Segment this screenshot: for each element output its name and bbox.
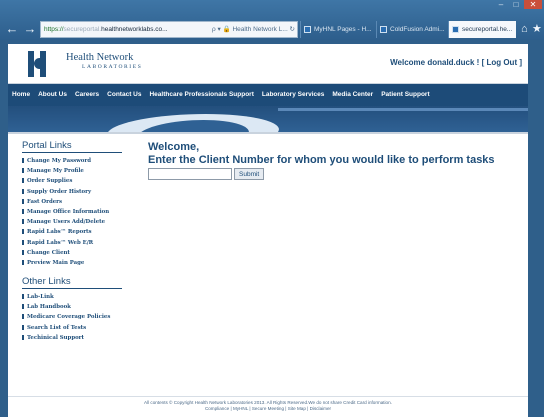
client-number-prompt: Enter the Client Number for whom you wou…	[148, 154, 495, 166]
sidebar-link-change-password[interactable]: Change My Password	[22, 156, 132, 166]
sidebar-link-rapid-labs-web[interactable]: Rapid Labs™ Web E/R	[22, 238, 132, 248]
portal-links-list: Change My Password Manage My Profile Ord…	[22, 156, 132, 268]
browser-tab[interactable]: ColdFusion Admi...	[376, 21, 448, 38]
address-protocol: https://	[44, 26, 64, 33]
tab-favicon-icon	[380, 26, 387, 33]
back-arrow-icon[interactable]: ←	[4, 22, 20, 36]
address-bar[interactable]: https://secureportal.healthnetworklabs.c…	[40, 21, 298, 38]
footer-links[interactable]: Compliance | MyHNL | Secure Meeting | Si…	[8, 406, 528, 412]
client-number-input[interactable]	[148, 168, 232, 180]
sidebar-link-lab-handbook[interactable]: Lab Handbook	[22, 302, 132, 312]
address-domain: healthnetworklabs.co...	[101, 26, 168, 33]
nav-item-healthcare-professionals[interactable]: Healthcare Professionals Support	[145, 84, 257, 106]
address-subdomain: secureportal.	[63, 26, 102, 33]
other-links-list: Lab-Link Lab Handbook Medicare Coverage …	[22, 292, 132, 343]
home-icon[interactable]: ⌂	[521, 22, 528, 36]
main-content: Welcome, Enter the Client Number for who…	[148, 141, 518, 180]
nav-item-home[interactable]: Home	[8, 84, 34, 106]
browser-tab-active[interactable]: secureportal.he...✕	[448, 21, 516, 38]
logo-name: Health Network	[66, 52, 134, 63]
site-header: Health Network LABORATORIES Welcome dona…	[8, 44, 528, 84]
tab-favicon-icon	[452, 26, 459, 33]
nav-item-careers[interactable]: Careers	[71, 84, 103, 106]
browser-tab[interactable]: MyHNL Pages - H...	[300, 21, 376, 38]
forward-arrow-icon[interactable]: →	[22, 22, 38, 36]
sidebar-link-manage-office[interactable]: Manage Office Information	[22, 207, 132, 217]
sidebar-link-order-supplies[interactable]: Order Supplies	[22, 176, 132, 186]
tab-favicon-icon	[304, 26, 311, 33]
nav-item-media-center[interactable]: Media Center	[328, 84, 377, 106]
nav-item-laboratory-services[interactable]: Laboratory Services	[258, 84, 329, 106]
tab-label: secureportal.he...	[462, 26, 513, 33]
sidebar-link-medicare[interactable]: Medicare Coverage Policies	[22, 312, 132, 322]
browser-chrome: – □ ✕ ← → https://secureportal.healthnet…	[0, 0, 544, 40]
web-page: Health Network LABORATORIES Welcome dona…	[8, 44, 528, 417]
sidebar: Portal Links Change My Password Manage M…	[22, 140, 132, 351]
client-number-form: Submit	[148, 168, 518, 180]
site-logo[interactable]: Health Network LABORATORIES	[24, 50, 151, 78]
nav-item-about-us[interactable]: About Us	[34, 84, 71, 106]
sidebar-link-lab-link[interactable]: Lab-Link	[22, 292, 132, 302]
maximize-button[interactable]: □	[509, 0, 523, 9]
sidebar-link-preview-main[interactable]: Preview Main Page	[22, 258, 132, 268]
address-bar-icons[interactable]: ρ ▾ 🔒 Health Network L... ↻	[212, 22, 295, 37]
tab-label: ColdFusion Admi...	[390, 26, 445, 33]
sidebar-link-technical-support[interactable]: Techinical Support	[22, 333, 132, 343]
favorites-star-icon[interactable]: ★	[532, 22, 542, 36]
other-links-heading: Other Links	[22, 276, 122, 290]
window-controls: – □ ✕	[494, 0, 542, 9]
nav-item-patient-support[interactable]: Patient Support	[377, 84, 433, 106]
sidebar-link-search-tests[interactable]: Search List of Tests	[22, 323, 132, 333]
portal-links-heading: Portal Links	[22, 140, 122, 153]
sidebar-link-manage-users[interactable]: Manage Users Add/Delete	[22, 217, 132, 227]
nav-item-contact-us[interactable]: Contact Us	[103, 84, 145, 106]
sidebar-link-supply-order-history[interactable]: Supply Order History	[22, 187, 132, 197]
submit-button[interactable]: Submit	[234, 168, 265, 180]
sidebar-link-fast-orders[interactable]: Fast Orders	[22, 197, 132, 207]
close-window-button[interactable]: ✕	[524, 0, 542, 9]
page-greeting: Welcome,	[148, 141, 200, 153]
user-welcome-logout[interactable]: Welcome donald.duck ! [ Log Out ]	[390, 58, 522, 67]
divider	[8, 132, 528, 134]
site-footer: All contents © Copyright Health Network …	[8, 396, 528, 412]
sidebar-link-manage-profile[interactable]: Manage My Profile	[22, 166, 132, 176]
main-nav: Home About Us Careers Contact Us Healthc…	[8, 84, 528, 106]
sidebar-link-change-client[interactable]: Change Client	[22, 248, 132, 258]
minimize-button[interactable]: –	[494, 0, 508, 9]
close-tab-icon[interactable]: ✕	[515, 26, 516, 33]
logo-subtitle: LABORATORIES	[82, 64, 143, 70]
header-banner	[8, 106, 528, 132]
logo-mark	[24, 50, 62, 78]
tab-label: MyHNL Pages - H...	[314, 26, 372, 33]
sidebar-link-rapid-labs-reports[interactable]: Rapid Labs™ Reports	[22, 227, 132, 237]
